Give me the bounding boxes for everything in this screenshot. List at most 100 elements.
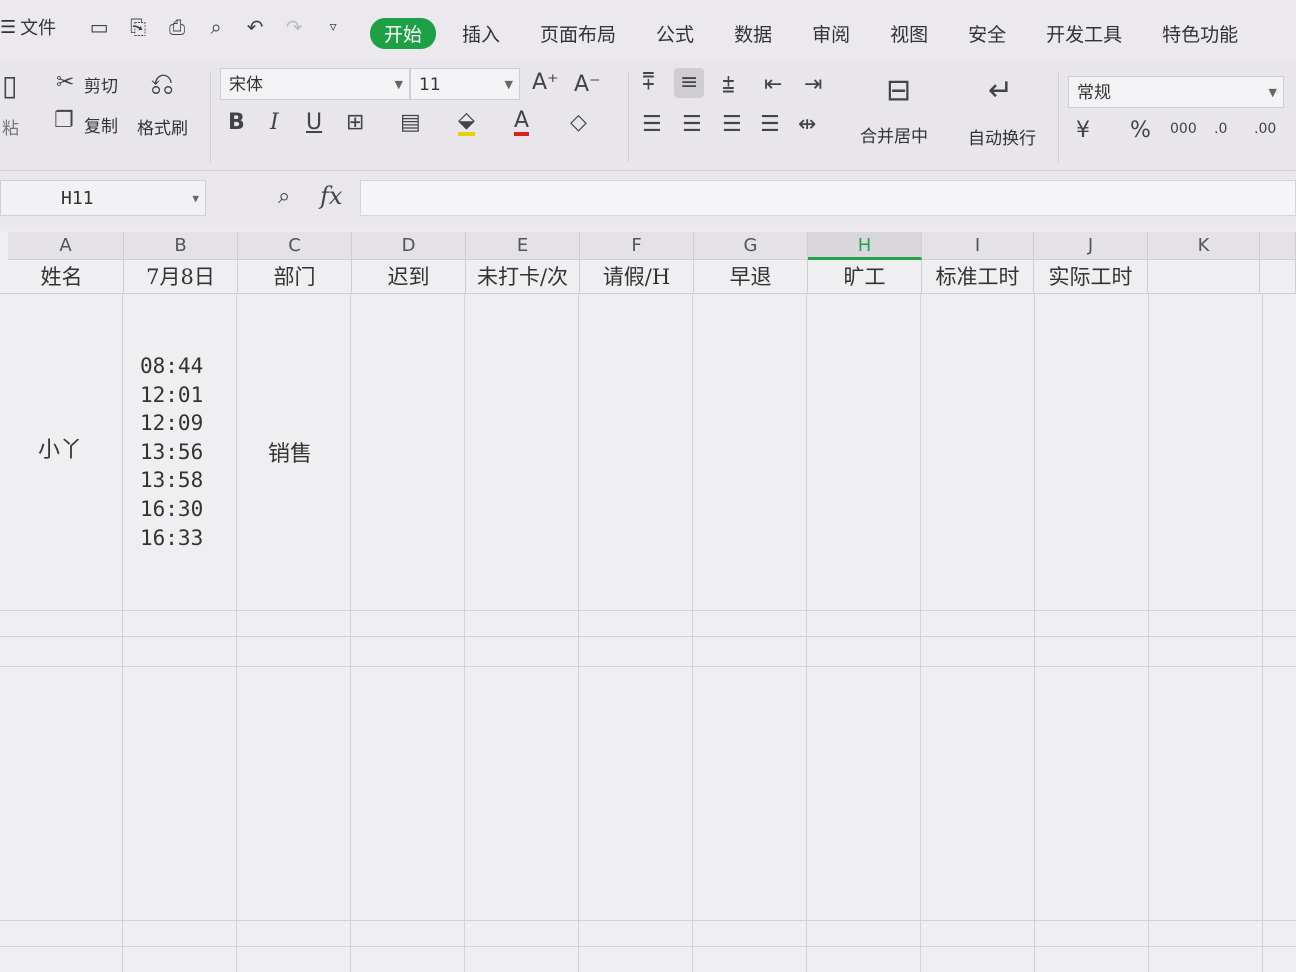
decrease-indent-icon[interactable]: ⇤: [764, 74, 782, 96]
increase-font-icon[interactable]: A⁺: [532, 72, 559, 94]
undo-icon[interactable]: ↶: [242, 14, 268, 40]
punch-time: 12:09: [140, 411, 204, 436]
cell-b-times[interactable]: 08:44 12:01 12:09 13:56 13:58 16:30 16:3…: [140, 352, 203, 552]
clear-format-icon[interactable]: ◇: [570, 112, 587, 134]
tab-review[interactable]: 审阅: [812, 20, 850, 47]
cell-c-department[interactable]: 销售: [268, 436, 312, 468]
save-icon[interactable]: ▭: [86, 14, 112, 40]
ribbon-separator: [628, 72, 629, 162]
column-header-extra[interactable]: [1260, 232, 1296, 260]
tab-home[interactable]: 开始: [370, 18, 437, 49]
name-box[interactable]: H11 ▼: [0, 180, 206, 216]
merge-center-button[interactable]: 合并居中: [860, 122, 928, 147]
ribbon: ▯ 粘 ✂ 剪切 ❐ 复制 ⎌ 格式刷 宋体 ▼ 11 ▼ A⁺ A⁻ B I …: [0, 62, 1296, 171]
print-preview-icon[interactable]: ⌕: [203, 14, 229, 40]
tab-data[interactable]: 数据: [734, 20, 772, 47]
spreadsheet-grid[interactable]: A B C D E F G H I J K 姓名 7月8日 部门 迟到 未打卡/…: [0, 232, 1296, 972]
font-name-select[interactable]: 宋体 ▼: [220, 68, 410, 100]
redo-icon[interactable]: ↷: [281, 14, 307, 40]
tab-formulas[interactable]: 公式: [656, 20, 694, 47]
column-header-E[interactable]: E: [466, 232, 580, 260]
header-cell-extra[interactable]: [1260, 260, 1296, 294]
copy-button[interactable]: 复制: [84, 112, 118, 137]
cut-icon[interactable]: ✂: [56, 72, 74, 94]
export-pdf-icon[interactable]: ⎘: [125, 14, 151, 40]
chevron-down-icon: ▼: [1268, 86, 1277, 99]
italic-icon[interactable]: I: [270, 112, 279, 134]
formula-input[interactable]: [360, 180, 1296, 216]
header-cell-absent[interactable]: 旷工: [808, 260, 922, 294]
wrap-text-icon[interactable]: ↵: [988, 76, 1013, 106]
grid-line: [464, 294, 465, 972]
file-menu[interactable]: ☰ 文件: [0, 14, 68, 40]
column-header-G[interactable]: G: [694, 232, 808, 260]
zoom-icon[interactable]: ⌕: [278, 184, 290, 209]
column-header-B[interactable]: B: [124, 232, 238, 260]
tab-insert[interactable]: 插入: [462, 20, 500, 47]
number-format-select[interactable]: 常规 ▼: [1068, 76, 1284, 108]
align-left-icon[interactable]: ☰: [642, 114, 662, 136]
customize-dropdown-icon[interactable]: ▿: [320, 14, 346, 40]
header-cell-name[interactable]: 姓名: [0, 260, 124, 294]
align-right-icon[interactable]: ☰: [722, 114, 742, 136]
column-header-A[interactable]: A: [8, 232, 124, 260]
column-header-F[interactable]: F: [580, 232, 694, 260]
header-cell-missed-punch[interactable]: 未打卡/次: [466, 260, 580, 294]
justify-icon[interactable]: ☰: [760, 114, 780, 136]
column-header-H[interactable]: H: [808, 232, 922, 260]
increase-decimal-icon[interactable]: .0: [1214, 122, 1227, 136]
align-middle-icon[interactable]: ≡: [674, 68, 705, 98]
align-bottom-icon[interactable]: ⩲: [722, 76, 735, 98]
format-painter-button[interactable]: 格式刷: [137, 114, 188, 139]
border-icon[interactable]: ⊞: [346, 112, 364, 134]
percent-icon[interactable]: %: [1130, 120, 1151, 142]
column-header-J[interactable]: J: [1034, 232, 1148, 260]
wrap-text-button[interactable]: 自动换行: [968, 124, 1036, 149]
currency-icon[interactable]: ¥: [1076, 120, 1090, 142]
cell-style-icon[interactable]: ▤: [400, 112, 421, 134]
distributed-align-icon[interactable]: ⇹: [798, 114, 816, 136]
format-painter-icon[interactable]: ⎌: [150, 70, 174, 100]
column-header-I[interactable]: I: [922, 232, 1034, 260]
font-color-icon[interactable]: A: [514, 110, 530, 136]
print-icon[interactable]: ⎙: [164, 14, 190, 40]
header-cell-standard-hours[interactable]: 标准工时: [922, 260, 1034, 294]
header-cell-date[interactable]: 7月8日: [124, 260, 238, 294]
cell-a-name[interactable]: 小丫: [38, 432, 82, 464]
ribbon-separator: [210, 72, 211, 162]
copy-icon[interactable]: ❐: [54, 110, 74, 132]
cut-button[interactable]: 剪切: [84, 72, 118, 97]
header-cell-late[interactable]: 迟到: [352, 260, 466, 294]
paste-icon[interactable]: ▯: [2, 72, 17, 100]
chevron-down-icon: ▼: [394, 78, 403, 91]
underline-icon[interactable]: U: [306, 112, 322, 134]
tab-page-layout[interactable]: 页面布局: [540, 20, 616, 47]
header-cell-k[interactable]: [1148, 260, 1260, 294]
decrease-font-icon[interactable]: A⁻: [574, 74, 601, 96]
bold-icon[interactable]: B: [228, 112, 245, 134]
header-cell-early-leave[interactable]: 早退: [694, 260, 808, 294]
tab-view[interactable]: 视图: [890, 20, 928, 47]
align-center-icon[interactable]: ☰: [682, 114, 702, 136]
number-format-value: 常规: [1077, 83, 1111, 103]
tab-security[interactable]: 安全: [968, 20, 1006, 47]
tab-developer[interactable]: 开发工具: [1046, 20, 1122, 47]
font-size-select[interactable]: 11 ▼: [410, 68, 520, 100]
column-header-D[interactable]: D: [352, 232, 466, 260]
increase-indent-icon[interactable]: ⇥: [804, 74, 822, 96]
header-cell-leave[interactable]: 请假/H: [580, 260, 694, 294]
paste-label[interactable]: 粘: [2, 114, 19, 139]
merge-center-icon[interactable]: ⊟: [886, 76, 911, 106]
align-top-icon[interactable]: ⩱: [642, 72, 655, 94]
fill-color-icon[interactable]: ⬙: [458, 110, 475, 136]
thousands-separator-icon[interactable]: 000: [1170, 122, 1197, 136]
tab-special-features[interactable]: 特色功能: [1162, 20, 1238, 47]
decrease-decimal-icon[interactable]: .00: [1254, 122, 1276, 136]
grid-line: [806, 294, 807, 972]
header-cell-actual-hours[interactable]: 实际工时: [1034, 260, 1148, 294]
insert-function-button[interactable]: fx: [320, 182, 342, 210]
column-header-C[interactable]: C: [238, 232, 352, 260]
header-cell-department[interactable]: 部门: [238, 260, 352, 294]
punch-time: 16:30: [140, 496, 204, 521]
column-header-K[interactable]: K: [1148, 232, 1260, 260]
